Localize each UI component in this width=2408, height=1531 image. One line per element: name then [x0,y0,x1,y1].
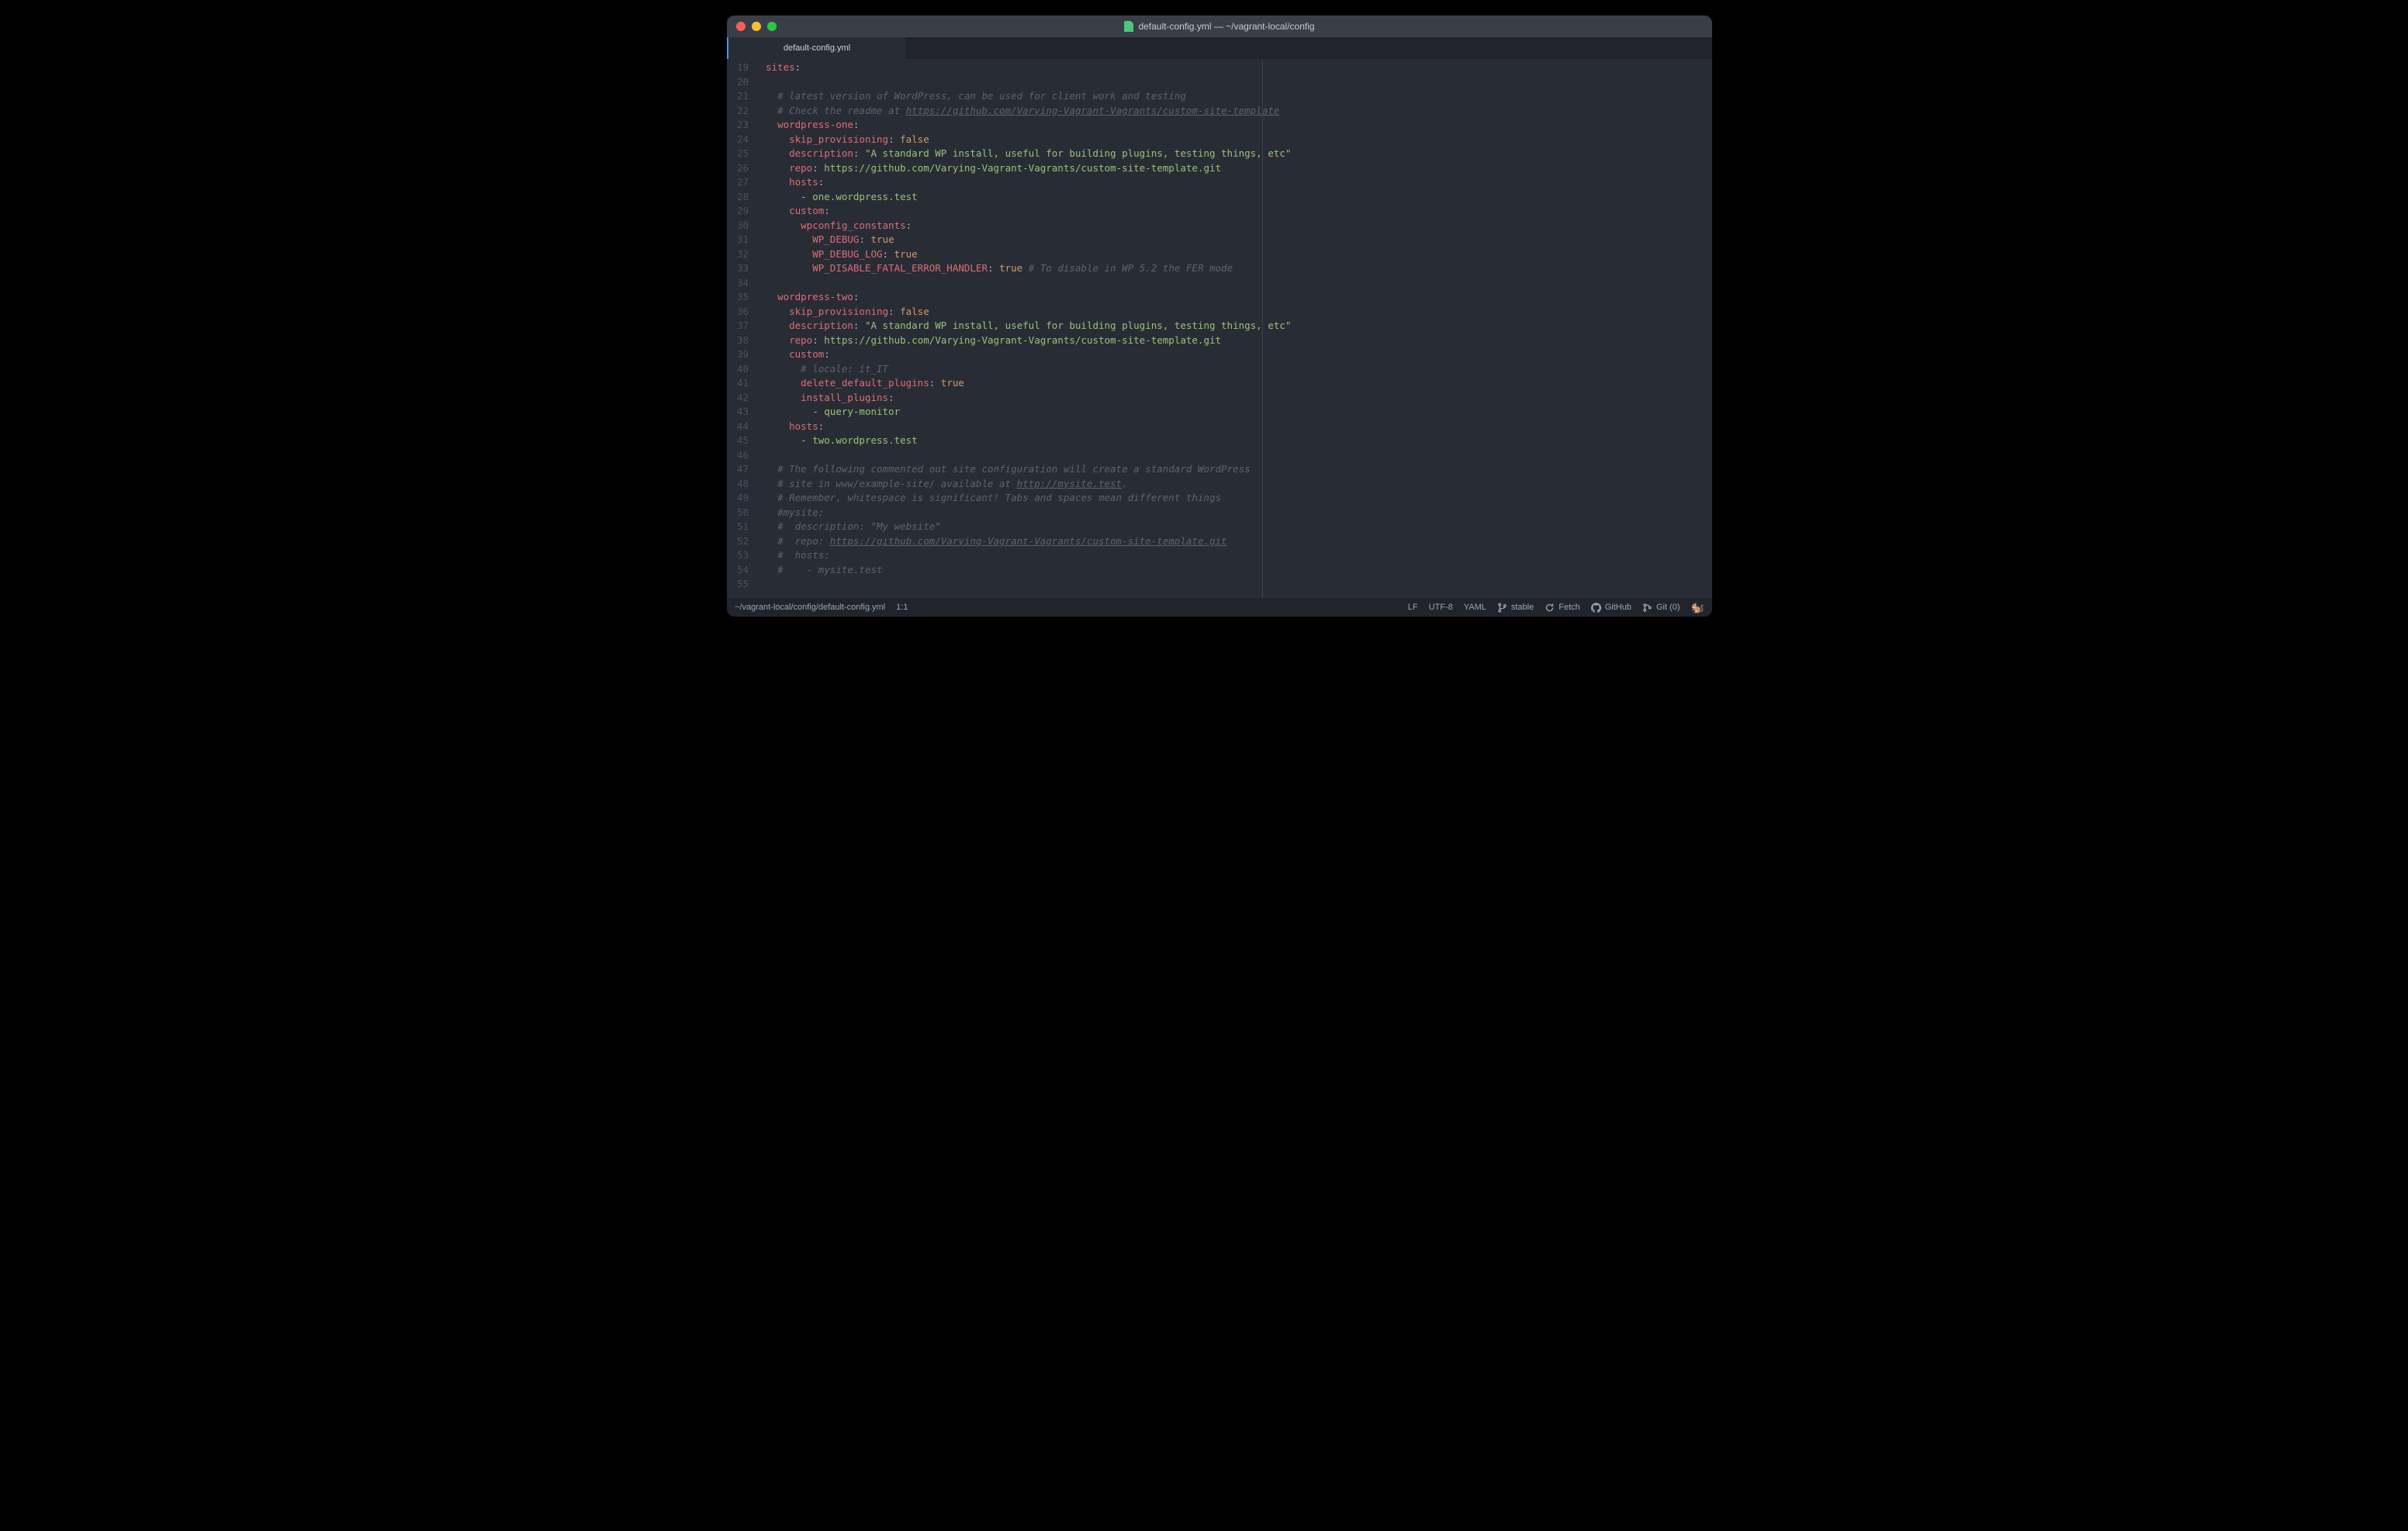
sync-icon [1545,603,1555,613]
status-branch-label: stable [1511,603,1534,612]
close-icon[interactable] [736,22,746,31]
github-icon [1591,603,1601,613]
code-content[interactable]: sites: # latest version of WordPress, ca… [766,60,1712,592]
file-icon [1124,21,1133,32]
tab-default-config[interactable]: default-config.yml [727,37,905,59]
status-language[interactable]: YAML [1464,603,1486,612]
editor-pane[interactable]: 19 20 21 22 23 24 25 26 27 28 29 30 31 3… [727,59,1712,598]
status-cursor-position[interactable]: 1:1 [896,603,908,612]
status-filepath[interactable]: ~/vagrant-local/config/default-config.ym… [735,603,885,612]
titlebar[interactable]: default-config.yml — ~/vagrant-local/con… [727,16,1712,37]
git-icon [1642,603,1652,613]
minimize-icon[interactable] [752,22,761,31]
tab-label: default-config.yml [784,43,850,53]
status-git-branch[interactable]: stable [1497,603,1534,613]
status-git-label: Git (0) [1656,603,1680,612]
window-title: default-config.yml — ~/vagrant-local/con… [727,21,1712,32]
squirrel-icon[interactable]: 🐿️ [1691,601,1704,614]
status-github-label: GitHub [1605,603,1631,612]
window-title-text: default-config.yml — ~/vagrant-local/con… [1138,21,1314,32]
tab-bar[interactable]: default-config.yml [727,37,1712,59]
status-bar: ~/vagrant-local/config/default-config.ym… [727,598,1712,617]
code-area[interactable]: sites: # latest version of WordPress, ca… [756,59,1712,598]
line-number-gutter: 19 20 21 22 23 24 25 26 27 28 29 30 31 3… [727,59,756,598]
editor-window: default-config.yml — ~/vagrant-local/con… [727,16,1712,617]
traffic-lights [727,22,777,31]
status-fetch[interactable]: Fetch [1545,603,1580,613]
status-encoding[interactable]: UTF-8 [1429,603,1453,612]
zoom-icon[interactable] [767,22,777,31]
status-line-ending[interactable]: LF [1408,603,1418,612]
status-fetch-label: Fetch [1559,603,1580,612]
status-github[interactable]: GitHub [1591,603,1631,613]
branch-icon [1497,603,1507,613]
status-git[interactable]: Git (0) [1642,603,1680,613]
